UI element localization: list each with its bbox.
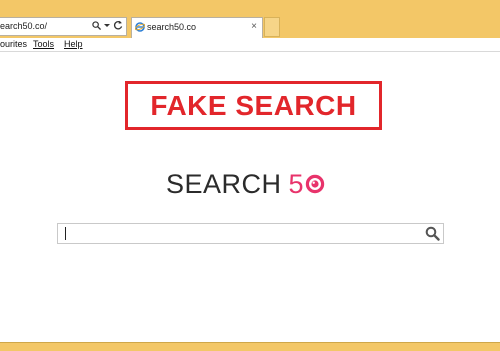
dropdown-icon[interactable]: [104, 21, 110, 33]
tab-title: search50.co: [147, 22, 197, 32]
new-tab-button[interactable]: [264, 17, 280, 37]
text-caret: [65, 227, 66, 240]
address-text: earch50.co/: [0, 21, 48, 31]
logo-text: SEARCH: [166, 168, 282, 199]
menu-item-tools[interactable]: Tools: [33, 39, 54, 50]
ie-favicon-icon: [135, 22, 145, 32]
search-icon[interactable]: [92, 20, 102, 33]
search-box[interactable]: [57, 223, 444, 244]
logo-number: 5: [288, 168, 305, 199]
menu-item-help[interactable]: Help: [64, 39, 83, 50]
search-button-icon[interactable]: [425, 226, 440, 241]
menu-bar: ourites Tools Help: [0, 38, 500, 52]
close-icon[interactable]: ×: [251, 21, 257, 32]
search-input[interactable]: [62, 225, 417, 242]
menu-item-favourites[interactable]: ourites: [0, 39, 27, 50]
fake-search-banner: FAKE SEARCH: [125, 81, 382, 130]
tab-search50[interactable]: search50.co ×: [131, 17, 263, 38]
search50-logo: SEARCH 5: [166, 167, 325, 201]
address-bar-icons: [92, 18, 123, 35]
refresh-icon[interactable]: [113, 20, 123, 33]
logo-eye-icon: [305, 174, 325, 194]
